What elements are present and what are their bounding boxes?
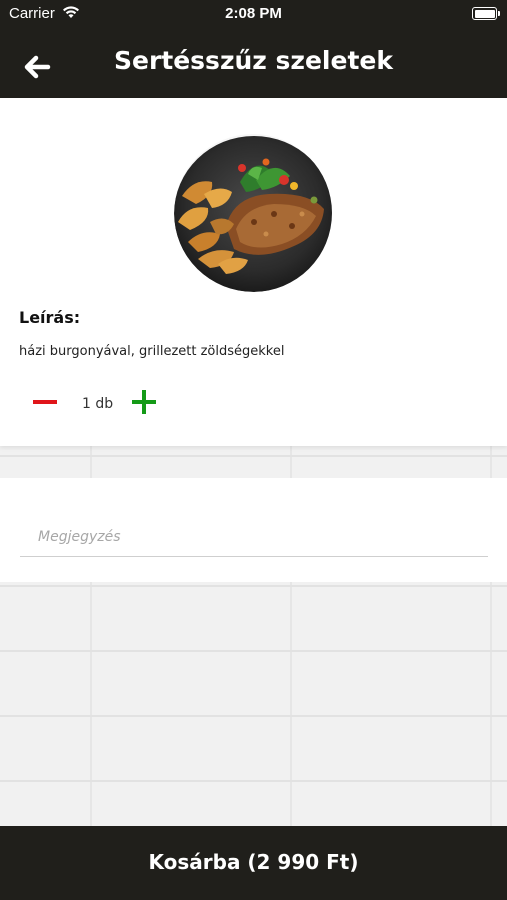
battery-icon <box>472 7 500 20</box>
description-label: Leírás: <box>19 308 81 327</box>
decrease-quantity-button[interactable] <box>30 390 60 414</box>
status-bar: Carrier 2:08 PM <box>0 0 507 28</box>
add-to-cart-label: Kosárba (2 990 Ft) <box>148 850 359 874</box>
navigation-bar: Carrier 2:08 PM Sertésszűz szeletek <box>0 0 507 98</box>
quantity-value: 1 db <box>82 396 114 412</box>
description-text: házi burgonyával, grillezett zöldségekke… <box>19 344 285 359</box>
plus-icon <box>132 390 156 414</box>
add-to-cart-button[interactable]: Kosárba (2 990 Ft) <box>0 826 507 900</box>
minus-icon <box>33 400 57 404</box>
increase-quantity-button[interactable] <box>130 388 158 416</box>
page-title: Sertésszűz szeletek <box>113 46 393 75</box>
dish-image <box>174 134 332 292</box>
note-section <box>0 478 507 582</box>
note-input[interactable] <box>20 517 488 557</box>
clock: 2:08 PM <box>225 5 282 22</box>
product-card: Leírás: házi burgonyával, grillezett zöl… <box>0 98 507 446</box>
